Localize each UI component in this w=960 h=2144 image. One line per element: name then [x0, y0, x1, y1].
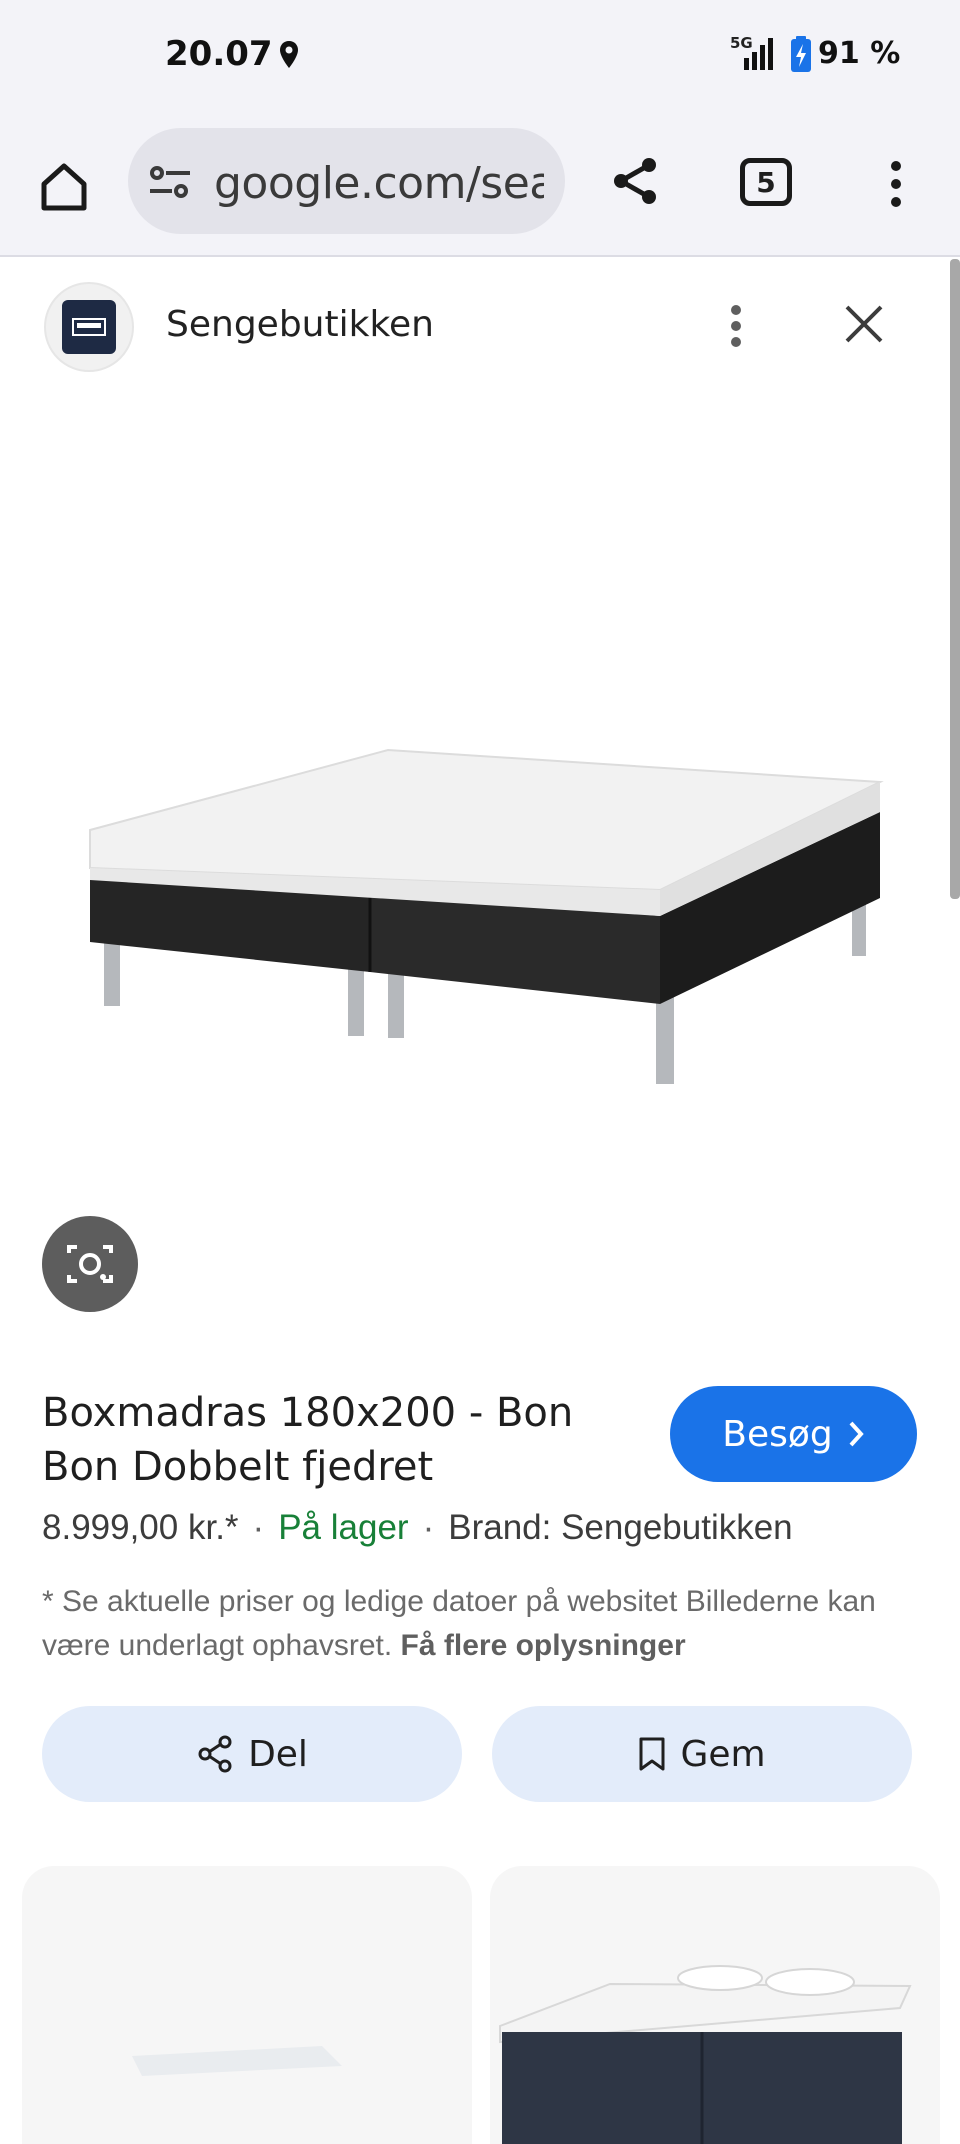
share-icon — [198, 1735, 232, 1773]
visit-button[interactable]: Besøg — [670, 1386, 917, 1482]
lens-icon — [67, 1245, 113, 1283]
tune-icon[interactable] — [148, 164, 192, 200]
address-bar[interactable]: google.com/search — [128, 128, 565, 234]
stock-status: På lager — [278, 1508, 409, 1547]
product-image[interactable] — [60, 720, 910, 1100]
page-scrollbar[interactable] — [950, 259, 960, 899]
url-text[interactable]: google.com/search — [214, 158, 544, 209]
chevron-right-icon — [849, 1421, 864, 1447]
close-icon — [845, 305, 883, 343]
product-meta: 8.999,00 kr.* · På lager · Brand: Sengebutik… — [42, 1508, 793, 1548]
status-time: 20.07 — [165, 34, 273, 74]
browser-menu-button[interactable] — [876, 152, 916, 216]
home-icon — [41, 163, 87, 211]
product-brand: Brand: Sengebutikken — [448, 1508, 793, 1547]
separator: · — [422, 1508, 435, 1547]
share-button[interactable]: Del — [42, 1706, 462, 1802]
bed-logo-icon — [62, 300, 116, 354]
lens-search-button[interactable] — [42, 1216, 138, 1312]
product-price: 8.999,00 kr.* — [42, 1508, 239, 1547]
home-button[interactable] — [30, 152, 98, 220]
separator: · — [252, 1508, 265, 1547]
product-title: Boxmadras 180x200 - Bon Bon Dobbelt fjed… — [42, 1390, 574, 1490]
browser-toolbar: google.com/search 5 — [0, 110, 960, 257]
related-result-card[interactable] — [490, 1866, 940, 2144]
visit-label: Besøg — [722, 1413, 833, 1455]
status-bar: 20.07 5G 91 % — [0, 0, 960, 110]
more-vert-icon — [891, 161, 901, 207]
location-icon — [280, 41, 298, 68]
tab-switcher-button[interactable]: 5 — [740, 158, 792, 206]
source-logo[interactable] — [44, 282, 134, 372]
source-name[interactable]: Sengebutikken — [166, 304, 434, 345]
bookmark-icon — [639, 1737, 665, 1771]
share-label: Del — [248, 1733, 308, 1775]
save-button[interactable]: Gem — [492, 1706, 912, 1802]
related-image — [499, 1965, 912, 2144]
battery-percentage: 91 % — [818, 36, 901, 71]
related-image — [132, 2046, 342, 2076]
battery-charging-icon — [791, 36, 811, 72]
close-button[interactable] — [836, 296, 892, 352]
share-page-button[interactable] — [600, 146, 670, 216]
source-options-button[interactable] — [718, 296, 754, 356]
more-info-link[interactable]: Få flere oplysninger — [401, 1629, 686, 1662]
save-label: Gem — [680, 1733, 766, 1775]
signal-icon — [744, 38, 773, 70]
more-vert-icon — [731, 305, 741, 347]
disclaimer: * Se aktuelle priser og ledige datoer på… — [42, 1580, 912, 1668]
share-icon — [614, 158, 656, 204]
related-result-card[interactable] — [22, 1866, 472, 2144]
